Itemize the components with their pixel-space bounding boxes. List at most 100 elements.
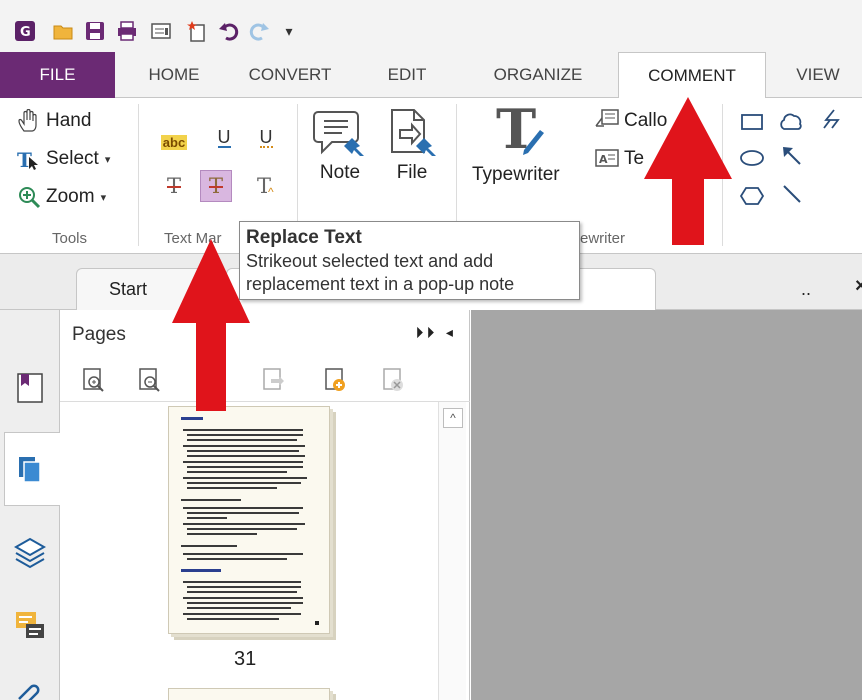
page-thumbnail-content <box>181 417 319 625</box>
pages-panel-icon[interactable] <box>10 450 50 490</box>
typewriter-group-label: ewriter <box>580 230 626 247</box>
tab-view[interactable]: VIEW <box>780 52 856 98</box>
tab-organize[interactable]: ORGANIZE <box>478 52 598 98</box>
line-button[interactable] <box>778 180 806 208</box>
cloud-icon <box>780 113 802 130</box>
redo-icon[interactable] <box>248 20 270 42</box>
attachments-icon[interactable] <box>10 676 50 700</box>
typewriter-button[interactable]: T Typewriter <box>472 97 560 186</box>
document-view[interactable] <box>471 310 862 700</box>
pencil-icon <box>823 109 840 129</box>
comments-panel-icon[interactable] <box>10 606 50 646</box>
zoom-label: Zoom <box>46 186 95 207</box>
underline-button[interactable]: U <box>210 124 238 152</box>
line-icon <box>783 185 801 203</box>
close-tab-icon[interactable]: × <box>855 275 862 298</box>
hand-tool-button[interactable]: Hand <box>16 106 91 136</box>
tooltip-line-2: replacement text in a pop-up note <box>246 274 515 294</box>
polygon-button[interactable] <box>738 182 766 210</box>
tooltip-line-1: Strikeout selected text and add <box>246 251 494 271</box>
extract-page-icon[interactable] <box>260 366 286 394</box>
navigation-sidebar <box>0 310 60 700</box>
polygon-icon <box>739 187 765 205</box>
select-label: Select <box>46 148 99 169</box>
note-button[interactable]: Note <box>312 108 368 184</box>
svg-text:G: G <box>20 25 31 40</box>
tab-home[interactable]: HOME <box>134 52 214 98</box>
select-dropdown-caret-icon[interactable]: ▾ <box>105 153 111 166</box>
insert-page-icon[interactable] <box>322 366 348 394</box>
callout-icon <box>594 108 620 134</box>
replace-text-icon: T <box>208 174 223 198</box>
properties-icon[interactable] <box>150 20 172 42</box>
save-icon[interactable] <box>84 20 106 42</box>
strikeout-icon: T <box>166 174 181 198</box>
tab-comment[interactable]: COMMENT <box>618 52 766 99</box>
oval-icon <box>740 150 764 166</box>
zoom-icon <box>16 184 42 210</box>
note-label: Note <box>319 162 361 183</box>
svg-text:A: A <box>599 153 608 166</box>
bookmarks-icon[interactable] <box>10 368 50 408</box>
oval-button[interactable] <box>738 144 766 172</box>
page-thumbnails: 31 <box>60 402 440 700</box>
arrow-icon <box>783 147 801 165</box>
new-icon[interactable] <box>186 20 208 42</box>
select-tool-button[interactable]: T Select ▾ <box>16 144 110 174</box>
open-folder-icon[interactable] <box>52 20 74 42</box>
textbox-icon: A <box>594 146 620 172</box>
tab-document-title: .. <box>801 279 812 299</box>
zoom-tool-button[interactable]: Zoom ▾ <box>16 182 106 212</box>
textbox-button[interactable]: A Te <box>594 144 644 174</box>
file-attach-button[interactable]: File <box>386 108 438 184</box>
page-thumbnail-31[interactable] <box>168 406 330 634</box>
file-attach-icon <box>386 108 438 162</box>
replace-text-tooltip: Replace Text Strikeout selected text and… <box>239 221 580 300</box>
page-number-label: 31 <box>234 648 257 670</box>
zoom-out-page-thumbnail-icon[interactable] <box>136 366 162 394</box>
group-separator <box>138 104 139 246</box>
delete-page-icon[interactable] <box>380 366 406 394</box>
squiggly-icon: U <box>259 127 273 148</box>
tab-start-label: Start <box>109 279 148 299</box>
tab-convert[interactable]: CONVERT <box>235 52 345 98</box>
typewriter-label: Typewriter <box>472 164 560 185</box>
layers-icon[interactable] <box>10 532 50 572</box>
highlight-button[interactable]: abc <box>160 128 188 156</box>
tab-edit[interactable]: EDIT <box>372 52 442 98</box>
typewriter-icon: T <box>484 97 548 164</box>
annotation-arrow-replace-text <box>172 239 250 411</box>
print-icon[interactable] <box>116 20 138 42</box>
tab-file[interactable]: FILE <box>0 52 115 98</box>
tooltip-body: Strikeout selected text and add replacem… <box>246 250 573 296</box>
app-logo-icon[interactable]: G <box>14 20 36 42</box>
hand-icon <box>16 108 42 134</box>
zoom-dropdown-caret-icon[interactable]: ▾ <box>101 191 107 204</box>
tools-group-label: Tools <box>52 230 88 247</box>
scroll-up-button[interactable]: ^ <box>443 408 463 428</box>
arrow-button[interactable] <box>778 142 806 170</box>
panel-controls[interactable]: ⏵⏵ ◂ <box>416 324 457 341</box>
insert-text-button[interactable]: T ^ <box>250 172 278 200</box>
pages-toolbar <box>60 358 470 402</box>
quick-access-toolbar: G ▾ <box>0 0 862 52</box>
strikeout-button[interactable]: T <box>160 172 188 200</box>
rectangle-button[interactable] <box>738 108 766 136</box>
highlight-icon: abc <box>160 134 188 150</box>
squiggly-button[interactable]: U <box>252 124 280 152</box>
customize-qat-icon[interactable]: ▾ <box>278 20 300 42</box>
customize-qat-glyph: ▾ <box>285 22 293 39</box>
cloud-button[interactable] <box>778 108 806 136</box>
undo-icon[interactable] <box>218 20 240 42</box>
zoom-in-page-thumbnail-icon[interactable] <box>80 366 106 394</box>
select-text-icon: T <box>16 146 42 172</box>
underline-icon: U <box>217 127 231 148</box>
replace-text-button[interactable]: T <box>200 170 232 202</box>
rectangle-icon <box>741 114 763 130</box>
hand-label: Hand <box>46 110 92 131</box>
annotation-arrow-comment-tab <box>644 97 732 245</box>
thumbnail-scrollbar[interactable]: ^ <box>438 402 466 700</box>
pencil-button[interactable] <box>818 106 846 134</box>
insert-caret-icon: ^ <box>268 185 274 199</box>
page-thumbnail-32[interactable] <box>168 688 330 700</box>
